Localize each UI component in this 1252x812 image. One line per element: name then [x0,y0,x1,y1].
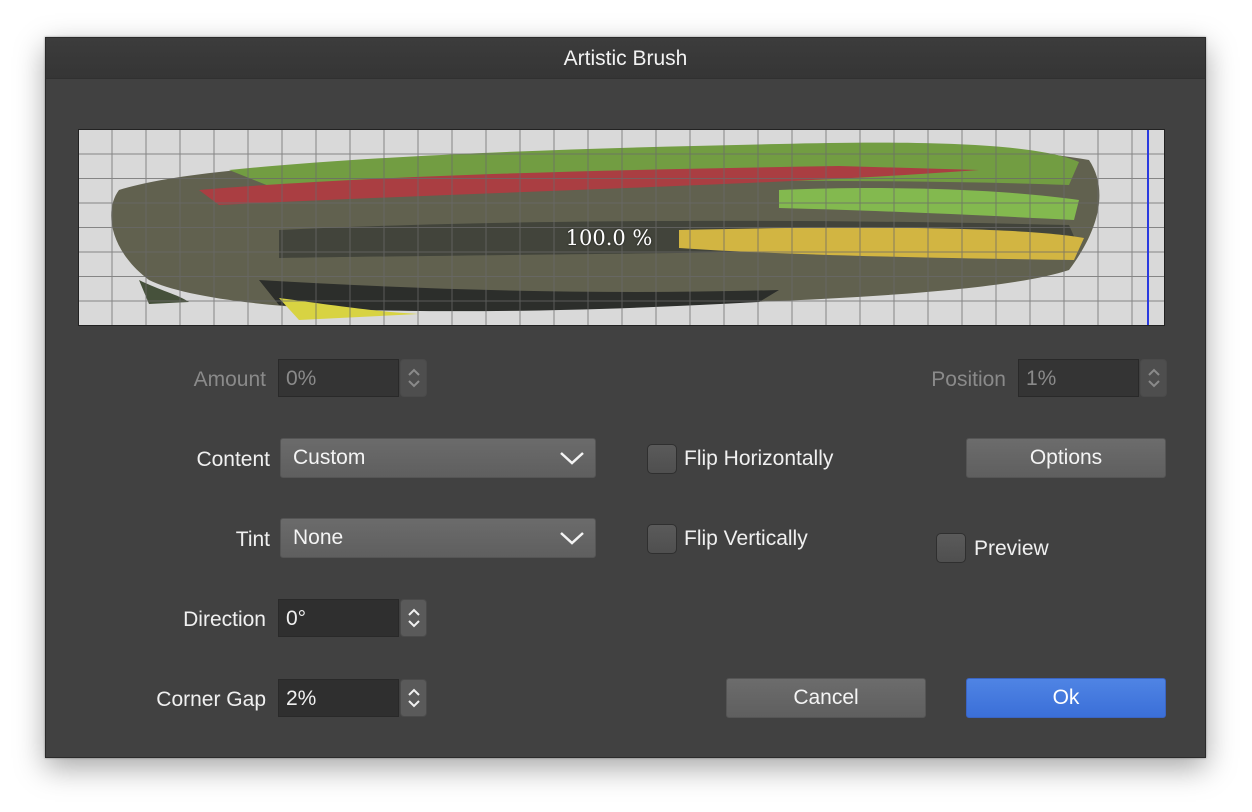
position-stepper[interactable]: 1% [1018,359,1167,397]
artistic-brush-dialog: Artistic Brush 100.0 % Amount 0% Positio… [45,37,1206,758]
corner-gap-field[interactable]: 2% [278,679,399,717]
ok-button[interactable]: Ok [966,678,1166,718]
chevron-down-icon [560,452,584,465]
preview-checkbox[interactable] [936,533,966,563]
corner-gap-stepper-arrows-icon[interactable] [400,679,427,717]
direction-stepper-arrows-icon[interactable] [400,599,427,637]
amount-label: Amount [193,368,266,391]
amount-field[interactable]: 0% [278,359,399,397]
amount-stepper[interactable]: 0% [278,359,427,397]
direction-label: Direction [183,608,266,631]
preview-label[interactable]: Preview [974,537,1049,561]
corner-gap-label: Corner Gap [156,688,266,711]
direction-field[interactable]: 0° [278,599,399,637]
flip-horizontally-checkbox[interactable] [647,444,677,474]
content-label: Content [196,448,270,471]
cancel-button[interactable]: Cancel [726,678,926,718]
options-button[interactable]: Options [966,438,1166,478]
brush-preview-canvas[interactable]: 100.0 % [78,129,1165,326]
content-select[interactable]: Custom [280,438,596,478]
chevron-down-icon [560,532,584,545]
tint-label: Tint [235,528,270,551]
content-selected-value: Custom [293,446,366,469]
position-stepper-arrows-icon[interactable] [1140,359,1167,397]
tint-select[interactable]: None [280,518,596,558]
scale-percentage-label: 100.0 % [565,226,653,250]
position-label: Position [931,368,1006,391]
direction-stepper[interactable]: 0° [278,599,427,637]
flip-vertically-checkbox[interactable] [647,524,677,554]
corner-gap-stepper[interactable]: 2% [278,679,427,717]
amount-stepper-arrows-icon[interactable] [400,359,427,397]
tint-selected-value: None [293,526,344,549]
dialog-title: Artistic Brush [46,38,1205,79]
flip-horizontally-label[interactable]: Flip Horizontally [684,447,833,471]
flip-vertically-label[interactable]: Flip Vertically [684,527,808,551]
position-field[interactable]: 1% [1018,359,1139,397]
